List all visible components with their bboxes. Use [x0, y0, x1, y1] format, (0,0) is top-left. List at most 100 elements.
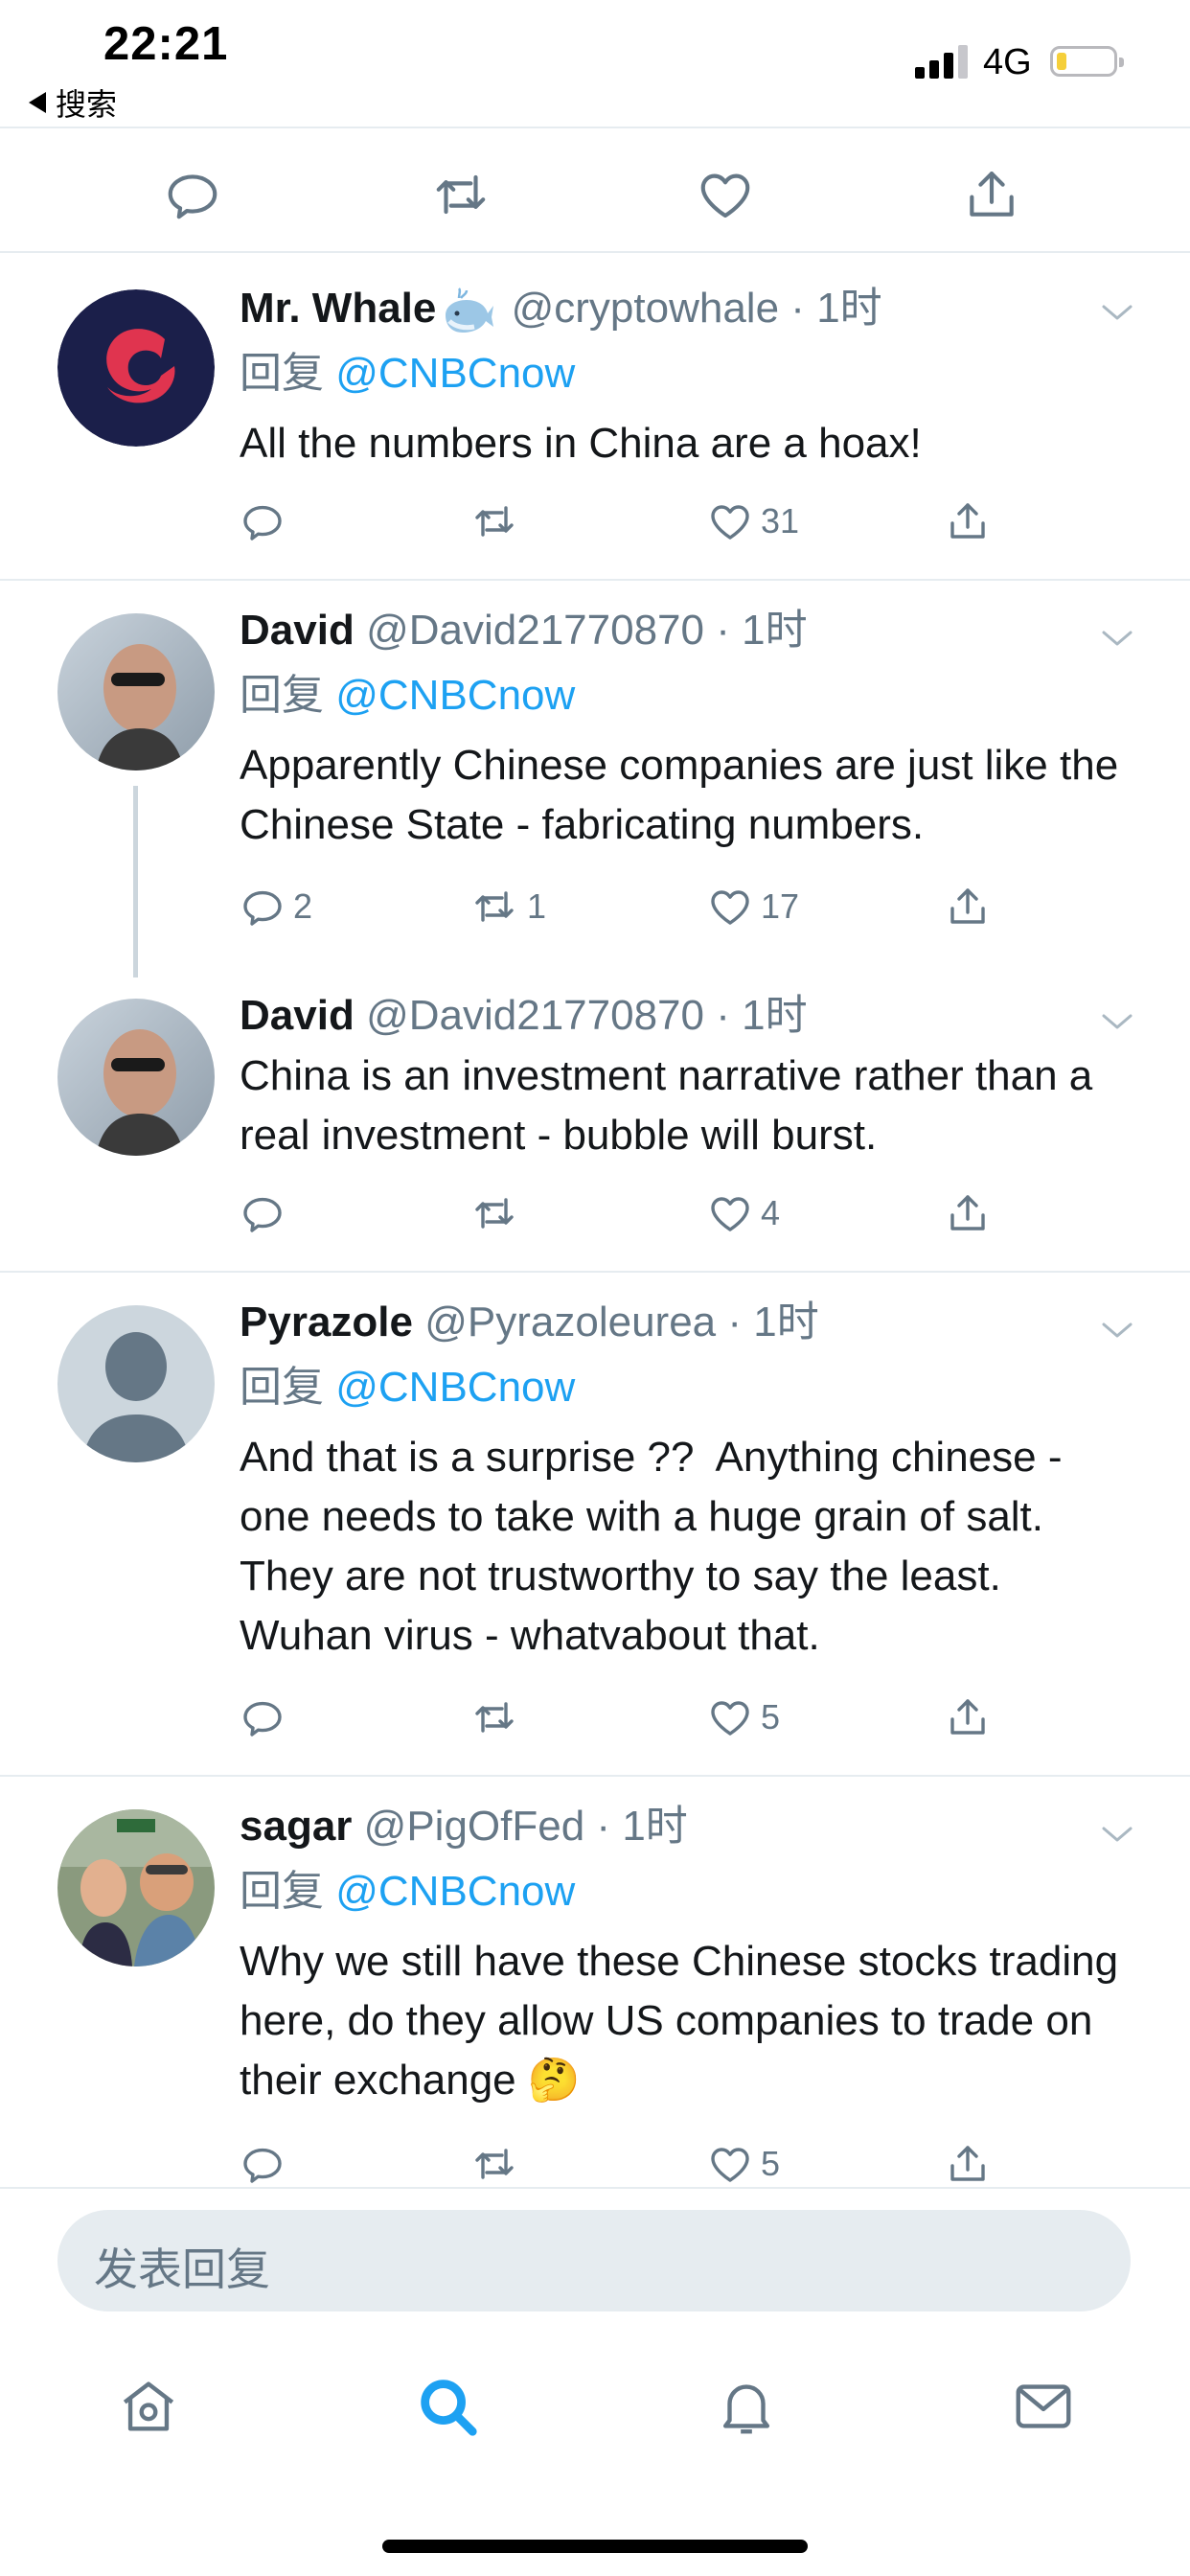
user-handle[interactable]: @David21770870: [366, 992, 704, 1039]
tweet[interactable]: Mr. Whale @cryptowhale · 1时 回复 @CNBCnow …: [0, 253, 1190, 581]
reply-button[interactable]: 2: [240, 884, 312, 930]
avatar[interactable]: [57, 289, 215, 447]
tweet-time: 1时: [816, 285, 882, 332]
retweet-button[interactable]: [469, 1694, 527, 1740]
share-icon: [945, 2141, 991, 2187]
retweet-button[interactable]: [469, 2141, 527, 2187]
like-icon: [707, 2141, 753, 2187]
reply-icon: [240, 1694, 286, 1740]
share-button[interactable]: [945, 498, 991, 544]
retweet-button[interactable]: 1: [469, 884, 546, 930]
tweet-header: Mr. Whale @cryptowhale · 1时: [240, 282, 1142, 335]
like-button[interactable]: 4: [707, 1190, 780, 1236]
tweet-time: 1时: [753, 1299, 819, 1346]
chevron-down-icon[interactable]: [1098, 1317, 1136, 1344]
chevron-down-icon[interactable]: [1098, 1821, 1136, 1848]
tweet[interactable]: David @David21770870 · 1时 回复 @CNBCnow Ap…: [0, 581, 1190, 978]
tab-bar: [0, 2319, 1190, 2576]
like-button[interactable]: 17: [707, 884, 799, 930]
share-button[interactable]: [945, 2141, 991, 2187]
reply-icon: [240, 1190, 286, 1236]
tweet-actions: 31: [240, 498, 1006, 556]
like-icon[interactable]: [696, 165, 755, 224]
back-to-search-button[interactable]: 搜索: [29, 80, 117, 125]
user-handle[interactable]: @PigOfFed: [364, 1803, 585, 1850]
tweet[interactable]: David @David21770870 · 1时 China is an in…: [0, 964, 1190, 1273]
retweet-icon: [469, 2141, 519, 2187]
display-name[interactable]: Pyrazole: [240, 1299, 413, 1346]
avatar[interactable]: [57, 1305, 215, 1462]
like-count: 5: [761, 1697, 781, 1736]
avatar[interactable]: [57, 999, 215, 1156]
share-button[interactable]: [945, 1694, 991, 1740]
avatar[interactable]: [57, 613, 215, 770]
user-handle[interactable]: @David21770870: [366, 607, 704, 654]
reply-button[interactable]: [240, 2141, 293, 2187]
display-name[interactable]: David: [240, 607, 355, 654]
like-count: 5: [761, 2144, 781, 2183]
home-icon[interactable]: [115, 2373, 182, 2440]
signal-strength-icon: [915, 44, 968, 79]
user-handle[interactable]: @Pyrazoleurea: [424, 1299, 716, 1346]
mention-link[interactable]: @CNBCnow: [335, 350, 575, 397]
display-name[interactable]: David: [240, 992, 355, 1039]
whale-emoji-icon: [440, 287, 495, 334]
reply-context: 回复 @CNBCnow: [240, 672, 576, 719]
retweet-icon[interactable]: [429, 165, 492, 224]
chevron-down-icon[interactable]: [1098, 1008, 1136, 1035]
notifications-icon[interactable]: [713, 2373, 780, 2440]
home-indicator[interactable]: [382, 2540, 808, 2553]
share-icon: [945, 1694, 991, 1740]
tweet-time: 1时: [622, 1803, 688, 1850]
retweet-icon: [469, 498, 519, 544]
like-button[interactable]: 5: [707, 1694, 780, 1740]
tweet-actions: 5: [240, 2141, 1006, 2187]
tweet-actions: 5: [240, 1694, 1006, 1752]
mention-link[interactable]: @CNBCnow: [335, 672, 575, 719]
tweet-header: David @David21770870 · 1时: [240, 607, 808, 654]
status-time: 22:21: [103, 18, 229, 70]
share-button[interactable]: [945, 884, 991, 930]
search-icon[interactable]: [414, 2373, 481, 2440]
chevron-down-icon[interactable]: [1098, 625, 1136, 652]
chevron-down-icon[interactable]: [1098, 299, 1136, 326]
battery-icon: [1050, 46, 1124, 77]
mention-link[interactable]: @CNBCnow: [335, 1364, 575, 1411]
like-button[interactable]: 31: [707, 498, 799, 544]
like-button[interactable]: 5: [707, 2141, 780, 2187]
share-icon: [945, 498, 991, 544]
reply-button[interactable]: [240, 1694, 293, 1740]
reply-input[interactable]: 发表回复: [57, 2210, 1131, 2312]
share-icon: [945, 884, 991, 930]
reply-button[interactable]: [240, 498, 293, 544]
thread-connector: [133, 786, 138, 978]
tweet-header: Pyrazole @Pyrazoleurea · 1时: [240, 1299, 819, 1346]
retweet-button[interactable]: [469, 498, 527, 544]
tweet[interactable]: Pyrazole @Pyrazoleurea · 1时 回复 @CNBCnow …: [0, 1273, 1190, 1777]
back-label: 搜索: [56, 87, 118, 122]
user-handle[interactable]: @cryptowhale: [512, 285, 779, 332]
retweet-icon: [469, 1694, 519, 1740]
reply-button[interactable]: [240, 1190, 293, 1236]
share-icon[interactable]: [962, 165, 1021, 224]
like-icon: [707, 1694, 753, 1740]
tweet-actions: 4: [240, 1190, 1006, 1248]
share-button[interactable]: [945, 1190, 991, 1236]
tweet-time: 1时: [742, 607, 808, 654]
display-name[interactable]: Mr. Whale: [240, 285, 436, 332]
mention-link[interactable]: @CNBCnow: [335, 1868, 575, 1915]
tweet-text: All the numbers in China are a hoax!: [240, 420, 922, 467]
like-count: 4: [761, 1193, 781, 1232]
avatar[interactable]: [57, 1809, 215, 1966]
tweet-time: 1时: [742, 992, 808, 1039]
reply-context: 回复 @CNBCnow: [240, 1364, 576, 1411]
reply-icon[interactable]: [163, 165, 222, 224]
messages-icon[interactable]: [1010, 2373, 1077, 2440]
like-icon: [707, 1190, 753, 1236]
share-icon: [945, 1190, 991, 1236]
retweet-count: 1: [527, 886, 547, 926]
retweet-button[interactable]: [469, 1190, 527, 1236]
tweet[interactable]: sagar @PigOfFed · 1时 回复 @CNBCnow Why we …: [0, 1777, 1190, 2187]
display-name[interactable]: sagar: [240, 1803, 352, 1850]
network-type: 4G: [983, 42, 1032, 82]
